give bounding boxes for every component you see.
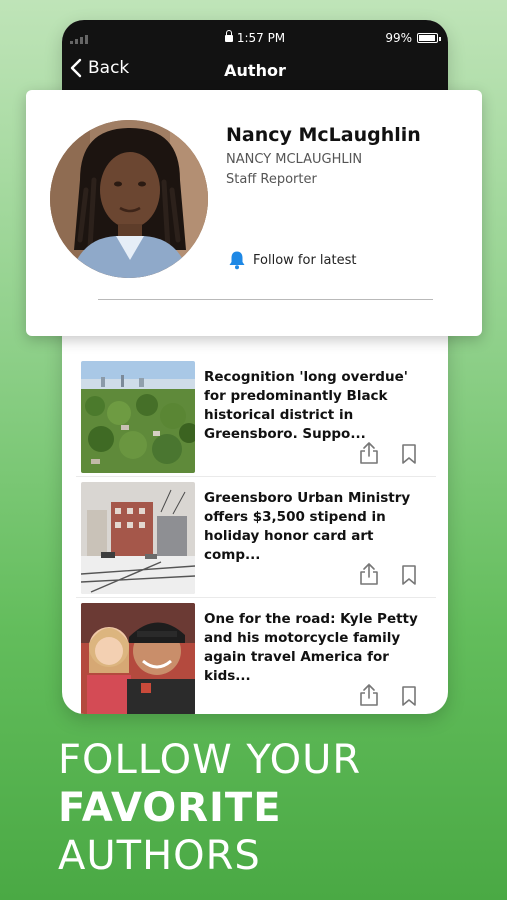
family-photo <box>81 603 195 714</box>
bookmark-icon[interactable] <box>400 443 418 465</box>
share-icon[interactable] <box>358 562 380 586</box>
article-item[interactable]: Recognition 'long overdue' for predomina… <box>76 356 436 477</box>
article-item[interactable]: Greensboro Urban Ministry offers $3,500 … <box>76 477 436 598</box>
nav-bar: Back Author <box>62 58 448 86</box>
status-time: 1:57 PM <box>236 31 286 45</box>
follow-label: Follow for latest <box>253 252 357 268</box>
aerial-city-photo <box>81 361 195 473</box>
battery-icon <box>417 33 441 43</box>
share-icon[interactable] <box>358 441 380 465</box>
article-headline: Greensboro Urban Ministry offers $3,500 … <box>204 490 411 563</box>
article-headline: Recognition 'long overdue' for predomina… <box>204 369 408 442</box>
follow-button[interactable]: Follow for latest <box>228 250 356 270</box>
author-name-caps: NANCY MCLAUGHLIN <box>226 152 363 167</box>
promo-line-2: FAVORITE <box>58 785 282 831</box>
battery-percent: 99% <box>385 31 412 45</box>
back-label: Back <box>88 58 130 78</box>
snowy-street-painting <box>81 482 195 594</box>
promo-line-3: AUTHORS <box>58 833 261 879</box>
lock-icon <box>224 30 233 42</box>
status-bar: 1:57 PM 99% <box>62 30 448 48</box>
share-icon[interactable] <box>358 683 380 707</box>
author-name: Nancy McLaughlin <box>226 124 421 146</box>
article-item[interactable]: One for the road: Kyle Petty and his mot… <box>76 598 436 714</box>
author-avatar <box>50 120 208 278</box>
bookmark-icon[interactable] <box>400 564 418 586</box>
author-role: Staff Reporter <box>226 172 317 187</box>
chevron-left-icon <box>70 58 82 78</box>
divider <box>98 299 433 300</box>
article-list: Recognition 'long overdue' for predomina… <box>76 356 436 714</box>
bell-icon <box>229 251 245 270</box>
promo-line-1: FOLLOW YOUR <box>58 737 362 783</box>
bookmark-icon[interactable] <box>400 685 418 707</box>
back-button[interactable]: Back <box>70 58 129 78</box>
article-headline: One for the road: Kyle Petty and his mot… <box>204 611 418 684</box>
promo-text: FOLLOW YOUR FAVORITE AUTHORS <box>58 736 361 880</box>
author-card: Nancy McLaughlin NANCY MCLAUGHLIN Staff … <box>26 90 482 336</box>
